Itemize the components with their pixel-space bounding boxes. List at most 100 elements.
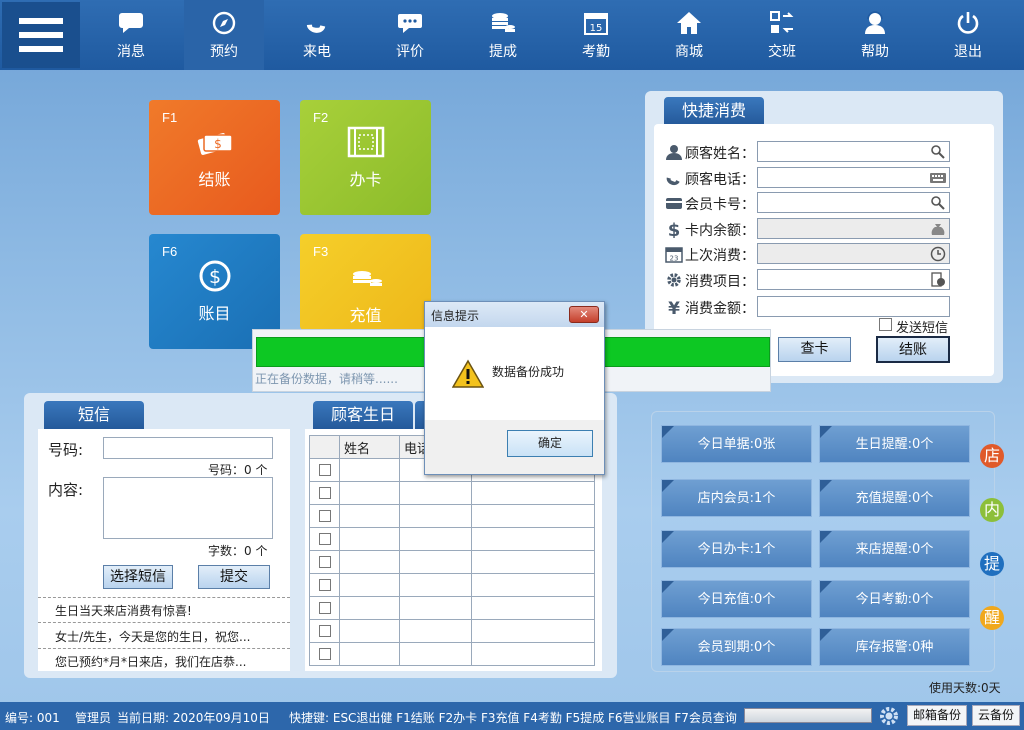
reminder-today-attendance[interactable]: 今日考勤:0个: [819, 580, 970, 618]
nav-commission[interactable]: 提成: [463, 0, 543, 70]
customer-phone-input[interactable]: [757, 167, 950, 188]
money-bag-icon: [931, 224, 945, 235]
gear-icon: [667, 273, 681, 287]
nav-help[interactable]: 帮助: [835, 0, 915, 70]
field-label: 会员卡号：: [685, 197, 755, 213]
power-icon: [957, 12, 979, 34]
table-row[interactable]: [309, 642, 595, 666]
close-icon[interactable]: ✕: [569, 306, 599, 323]
submit-sms-button[interactable]: 提交: [198, 565, 270, 589]
quick-checkout-button[interactable]: 结账: [876, 336, 950, 363]
row-checkbox[interactable]: [318, 625, 331, 637]
number-label: 号码:: [48, 441, 84, 459]
nav-messages[interactable]: 消息: [91, 0, 171, 70]
nav-shift-handover[interactable]: 交班: [742, 0, 822, 70]
send-sms-checkbox[interactable]: [879, 318, 892, 331]
cloud-backup-button[interactable]: 云备份: [972, 705, 1020, 726]
row-checkbox[interactable]: [318, 510, 331, 522]
search-icon[interactable]: [930, 195, 946, 211]
phone-icon: [306, 24, 326, 33]
list-icon[interactable]: [930, 272, 946, 288]
phone-number-input[interactable]: [103, 437, 273, 459]
status-bar: 编号: 001 管理员 当前日期: 2020年09月10日 快捷键: ESC退出…: [0, 702, 1024, 730]
dialog-title: 信息提示: [431, 309, 480, 323]
row-checkbox[interactable]: [318, 533, 331, 545]
sms-template-item[interactable]: 女士/先生，今天是您的生日，祝您...: [55, 628, 251, 645]
settings-gear-icon[interactable]: [878, 705, 900, 727]
table-row[interactable]: [309, 481, 595, 505]
reminder-members-in-store[interactable]: 店内会员:1个: [661, 479, 812, 517]
dialog-titlebar[interactable]: 信息提示 ✕: [425, 302, 604, 327]
table-row[interactable]: [309, 619, 595, 643]
reminder-today-cards[interactable]: 今日办卡:1个: [661, 530, 812, 568]
nav-label: 帮助: [861, 44, 889, 60]
dollar-coin-icon: $: [199, 260, 231, 292]
keyboard-icon[interactable]: [930, 170, 946, 186]
tile-key: F2: [313, 110, 329, 125]
birthday-tab[interactable]: 顾客生日: [313, 401, 413, 429]
compass-icon: [212, 11, 236, 35]
tile-issue-card[interactable]: F2 办卡: [300, 100, 431, 215]
field-label: 卡内余额：: [685, 223, 755, 239]
sms-template-item[interactable]: 您已预约*月*日来店，我们在店恭...: [55, 653, 246, 670]
nav-mall[interactable]: 商城: [649, 0, 729, 70]
field-consume-amount: ¥ 消费金额：: [665, 296, 985, 318]
reminder-today-receipts[interactable]: 今日单据:0张: [661, 425, 812, 463]
table-row[interactable]: [309, 596, 595, 620]
sms-tab[interactable]: 短信: [44, 401, 144, 429]
nav-label: 考勤: [582, 44, 610, 60]
column-header-name: 姓名: [339, 435, 400, 459]
consume-amount-input[interactable]: [757, 296, 950, 317]
table-row[interactable]: [309, 527, 595, 551]
reminder-today-recharge[interactable]: 今日充值:0个: [661, 580, 812, 618]
row-checkbox[interactable]: [318, 487, 331, 499]
card-number-input[interactable]: [757, 192, 950, 213]
table-row[interactable]: [309, 504, 595, 528]
card-balance-field: [757, 218, 950, 239]
mail-backup-button[interactable]: 邮箱备份: [907, 705, 967, 726]
shortcut-hints: 快捷键: ESC退出健 F1结账 F2办卡 F3充值 F4考勤 F5提成 F6营…: [289, 711, 737, 725]
reminder-stock-alarm[interactable]: 库存报警:0种: [819, 628, 970, 666]
row-checkbox[interactable]: [318, 602, 331, 614]
nav-appointment[interactable]: 预约: [184, 0, 264, 70]
search-icon[interactable]: [930, 144, 946, 160]
nav-attendance[interactable]: 15 考勤: [556, 0, 636, 70]
reminder-birthday[interactable]: 生日提醒:0个: [819, 425, 970, 463]
dialog-message: 数据备份成功: [492, 365, 565, 379]
reminder-recharge[interactable]: 充值提醒:0个: [819, 479, 970, 517]
reminder-member-expiry[interactable]: 会员到期:0个: [661, 628, 812, 666]
reminder-visit[interactable]: 来店提醒:0个: [819, 530, 970, 568]
nav-exit[interactable]: 退出: [928, 0, 1008, 70]
field-card-balance: $ 卡内余额：: [665, 218, 985, 240]
row-checkbox[interactable]: [318, 579, 331, 591]
nav-incoming-call[interactable]: 来电: [277, 0, 357, 70]
tile-label: 办卡: [349, 170, 382, 189]
check-card-button[interactable]: 查卡: [778, 337, 851, 362]
row-checkbox[interactable]: [318, 648, 331, 660]
customer-name-input[interactable]: [757, 141, 950, 162]
row-checkbox[interactable]: [318, 464, 331, 476]
table-row[interactable]: [309, 573, 595, 597]
warning-icon: [452, 359, 484, 388]
sms-template-item[interactable]: 生日当天来店消费有惊喜!: [55, 602, 192, 619]
info-dialog: 信息提示 ✕ 数据备份成功 确定: [424, 301, 605, 475]
nav-label: 消息: [117, 44, 145, 60]
tile-recharge[interactable]: F3 充值: [300, 234, 431, 330]
nav-label: 评价: [396, 44, 424, 60]
field-label: 上次消费：: [685, 248, 755, 264]
sms-content-textarea[interactable]: [103, 477, 273, 539]
hamburger-menu-icon[interactable]: [2, 2, 80, 68]
field-label: 消费项目：: [685, 274, 755, 290]
consume-item-input[interactable]: [757, 269, 950, 290]
choose-sms-button[interactable]: 选择短信: [103, 565, 173, 589]
reminder-badge: 提: [980, 552, 1004, 576]
table-row[interactable]: [309, 550, 595, 574]
row-checkbox[interactable]: [318, 556, 331, 568]
cash-icon: $: [197, 133, 233, 155]
tile-checkout[interactable]: F1 $ 结账: [149, 100, 280, 215]
nav-reviews[interactable]: 评价: [370, 0, 450, 70]
last-consume-field: [757, 243, 950, 264]
svg-text:¥: ¥: [668, 299, 680, 316]
ok-button[interactable]: 确定: [507, 430, 593, 457]
field-label: 消费金额：: [685, 301, 755, 317]
